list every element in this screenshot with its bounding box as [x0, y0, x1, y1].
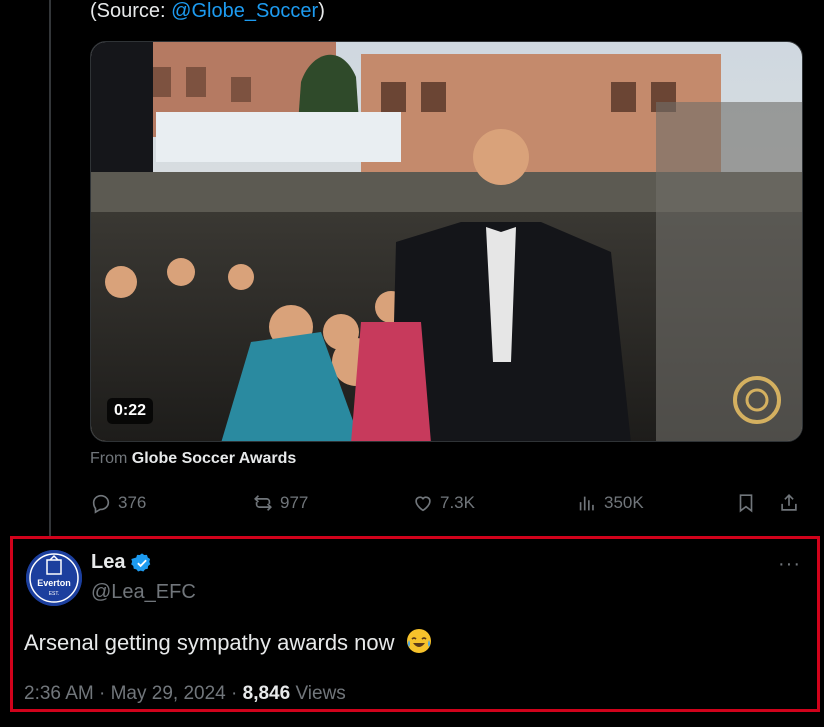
reply-icon [92, 494, 110, 514]
meta-separator: · [231, 683, 238, 704]
like-button[interactable]: 7.3K [412, 488, 475, 518]
reply-tweet[interactable]: Everton EST. Lea @Lea_EFC ··· Arsenal ge… [10, 536, 820, 712]
video-duration-badge: 0:22 [107, 398, 154, 424]
tweet-action-bar: 376 977 7.3K 350K [90, 488, 802, 518]
views-button[interactable]: 350K [576, 488, 644, 518]
crest-text: Everton [37, 578, 71, 588]
meta-separator: · [99, 683, 106, 704]
author-handle[interactable]: @Lea_EFC [91, 581, 196, 604]
media-attribution: From Globe Soccer Awards [90, 450, 296, 468]
tweet-metadata: 2:36 AM · May 29, 2024 · 8,846 Views [24, 683, 346, 705]
tears-of-joy-emoji-icon [406, 629, 431, 653]
source-suffix: ) [318, 0, 325, 22]
more-options-button[interactable]: ··· [778, 553, 801, 576]
bar-chart-icon [579, 496, 594, 511]
crest-subtext: EST. [49, 591, 60, 597]
tweet-text: Arsenal getting sympathy awards now [24, 627, 433, 656]
tweet-time[interactable]: 2:36 AM [24, 683, 94, 704]
source-prefix: (Source: [90, 0, 172, 22]
video-thumbnail [91, 42, 802, 441]
author-name[interactable]: Lea [91, 551, 125, 574]
verified-badge-icon [131, 552, 151, 572]
view-count: 8,846 [242, 683, 291, 704]
views-count: 350K [604, 493, 644, 512]
repost-icon [254, 495, 272, 511]
reply-button[interactable]: 376 [90, 488, 146, 518]
bookmark-icon [739, 494, 753, 513]
source-handle-link[interactable]: @Globe_Soccer [171, 0, 318, 22]
thread-connector-line [49, 0, 51, 536]
attribution-channel-link[interactable]: Globe Soccer Awards [132, 450, 297, 467]
author-name-row: Lea [91, 551, 153, 574]
share-button[interactable] [778, 488, 800, 518]
share-icon [781, 494, 797, 511]
heart-icon [415, 496, 431, 512]
video-player[interactable] [90, 41, 803, 442]
bookmark-button[interactable] [735, 488, 757, 518]
like-count: 7.3K [440, 493, 475, 512]
avatar[interactable]: Everton EST. [26, 550, 82, 606]
repost-count: 977 [280, 493, 309, 512]
attribution-prefix: From [90, 450, 128, 467]
tweet-date[interactable]: May 29, 2024 [111, 683, 226, 704]
views-label: Views [295, 683, 346, 704]
tweet-text-content: Arsenal getting sympathy awards now [24, 630, 395, 655]
everton-crest-icon: Everton EST. [26, 550, 82, 606]
tweet-source-text: (Source: @Globe_Soccer) [90, 0, 325, 22]
reply-count: 376 [118, 493, 147, 512]
repost-button[interactable]: 977 [252, 488, 308, 518]
